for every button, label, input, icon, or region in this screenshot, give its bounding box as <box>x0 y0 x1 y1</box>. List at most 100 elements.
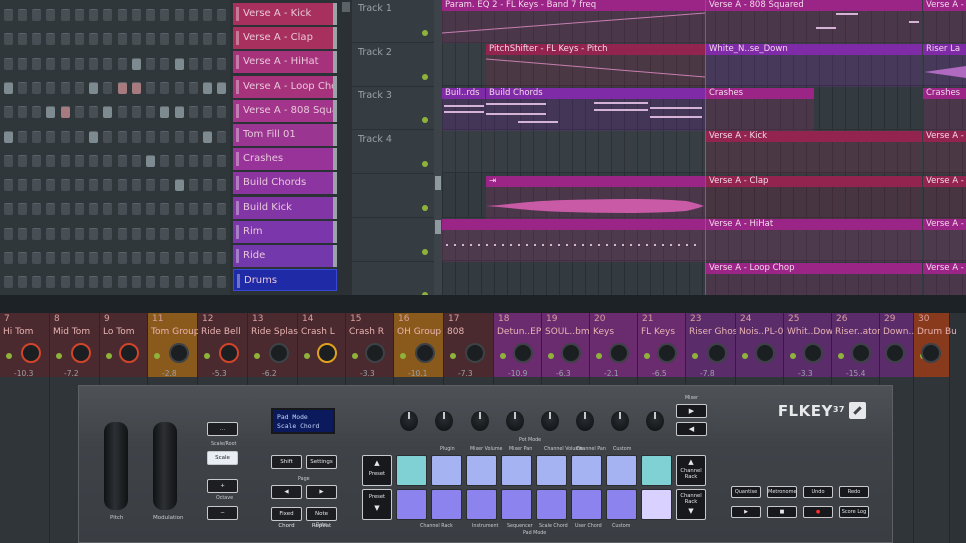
step-button[interactable] <box>217 203 226 216</box>
track-mute-led[interactable] <box>422 248 428 255</box>
mixer-pan-knob[interactable] <box>269 343 289 363</box>
step-button[interactable] <box>118 179 127 192</box>
record-button[interactable]: ● <box>803 506 833 518</box>
step-button[interactable] <box>132 203 141 216</box>
step-button[interactable] <box>61 33 70 46</box>
step-button[interactable] <box>75 276 84 289</box>
step-button[interactable] <box>103 130 112 143</box>
track-header[interactable]: Track 3 <box>352 87 434 131</box>
step-button[interactable] <box>46 203 55 216</box>
step-button[interactable] <box>160 106 169 119</box>
step-button[interactable] <box>32 106 41 119</box>
mixer-channel-led[interactable] <box>742 353 748 359</box>
step-button[interactable] <box>146 9 155 21</box>
pad-top-8[interactable] <box>641 455 672 486</box>
step-button[interactable] <box>4 33 13 46</box>
step-button[interactable] <box>118 106 127 119</box>
step-button[interactable] <box>118 276 127 289</box>
step-button[interactable] <box>118 33 127 46</box>
step-button[interactable] <box>18 227 27 240</box>
step-button[interactable] <box>61 252 70 264</box>
mixer-channel-led[interactable] <box>400 353 406 359</box>
step-button[interactable] <box>118 203 127 216</box>
step-button[interactable] <box>18 9 27 21</box>
step-button[interactable] <box>61 154 70 167</box>
step-button[interactable] <box>75 81 84 94</box>
step-button[interactable] <box>217 57 226 70</box>
step-button[interactable] <box>146 130 155 143</box>
step-button[interactable] <box>189 179 198 192</box>
octave-up-button[interactable]: + <box>207 479 238 493</box>
step-button[interactable] <box>203 33 212 46</box>
step-button[interactable] <box>203 106 212 119</box>
step-button[interactable] <box>189 33 198 46</box>
step-button[interactable] <box>46 130 55 143</box>
pad-bottom-7[interactable] <box>606 489 637 520</box>
step-button[interactable] <box>132 106 141 119</box>
step-button[interactable] <box>217 276 226 289</box>
mixer-pan-knob[interactable] <box>415 343 435 363</box>
mixer-pan-knob[interactable] <box>317 343 337 363</box>
step-button[interactable] <box>189 227 198 240</box>
step-button[interactable] <box>146 203 155 216</box>
step-button[interactable] <box>4 203 13 216</box>
shift-button[interactable]: Shift <box>271 455 302 469</box>
track-mute-led[interactable] <box>422 73 428 80</box>
pad-bottom-8[interactable] <box>641 489 672 520</box>
pattern-item[interactable]: Verse A - 808 Squared <box>233 99 337 122</box>
step-button[interactable] <box>46 227 55 240</box>
mixer-channel-led[interactable] <box>790 353 796 359</box>
step-button[interactable] <box>189 154 198 167</box>
step-button[interactable] <box>46 276 55 289</box>
step-button[interactable] <box>103 33 112 46</box>
step-button[interactable] <box>118 154 127 167</box>
mixer-pan-knob[interactable] <box>921 343 941 363</box>
step-button[interactable] <box>89 130 98 143</box>
step-button[interactable] <box>217 154 226 167</box>
step-button[interactable] <box>18 81 27 94</box>
clip-loop-chop[interactable]: Verse A - Loop Chop <box>706 263 922 295</box>
mixer-pan-knob[interactable] <box>707 343 727 363</box>
step-button[interactable] <box>132 57 141 70</box>
step-button[interactable] <box>18 106 27 119</box>
mixer-channel-led[interactable] <box>254 353 260 359</box>
mixer-pan-knob[interactable] <box>755 343 775 363</box>
mixer-channel-led[interactable] <box>644 353 650 359</box>
clip-kick-2[interactable]: Verse A - <box>923 131 966 174</box>
step-button[interactable] <box>61 227 70 240</box>
fixed-chord-button[interactable]: Fixed Chord <box>271 507 302 529</box>
step-button[interactable] <box>89 106 98 119</box>
step-button[interactable] <box>89 33 98 46</box>
step-button[interactable] <box>4 81 13 94</box>
step-button[interactable] <box>75 179 84 192</box>
step-button[interactable] <box>132 81 141 94</box>
step-button[interactable] <box>132 154 141 167</box>
step-button[interactable] <box>32 252 41 264</box>
dots-button[interactable]: ... <box>207 422 238 436</box>
step-button[interactable] <box>4 252 13 264</box>
track-mute-led[interactable] <box>422 204 428 211</box>
step-button[interactable] <box>175 179 184 192</box>
channel-rack-steps[interactable] <box>0 0 230 295</box>
step-button[interactable] <box>103 179 112 192</box>
step-button[interactable] <box>203 57 212 70</box>
mixer-pan-knob[interactable] <box>561 343 581 363</box>
step-button[interactable] <box>61 276 70 289</box>
step-button[interactable] <box>32 227 41 240</box>
mixer-pan-knob[interactable] <box>219 343 239 363</box>
step-button[interactable] <box>18 252 27 264</box>
pot-knob[interactable] <box>646 411 664 431</box>
pitch-wheel[interactable] <box>104 422 128 510</box>
step-button[interactable] <box>160 9 169 21</box>
step-button[interactable] <box>118 57 127 70</box>
step-button[interactable] <box>132 9 141 21</box>
clip-hihat-2[interactable]: Verse A - <box>923 219 966 262</box>
mixer-channel-led[interactable] <box>692 353 698 359</box>
step-button[interactable] <box>75 9 84 21</box>
step-button[interactable] <box>46 81 55 94</box>
mixer-channel-led[interactable] <box>154 353 160 359</box>
step-button[interactable] <box>175 57 184 70</box>
pot-knob[interactable] <box>611 411 629 431</box>
pot-knob[interactable] <box>400 411 418 431</box>
step-button[interactable] <box>189 252 198 264</box>
